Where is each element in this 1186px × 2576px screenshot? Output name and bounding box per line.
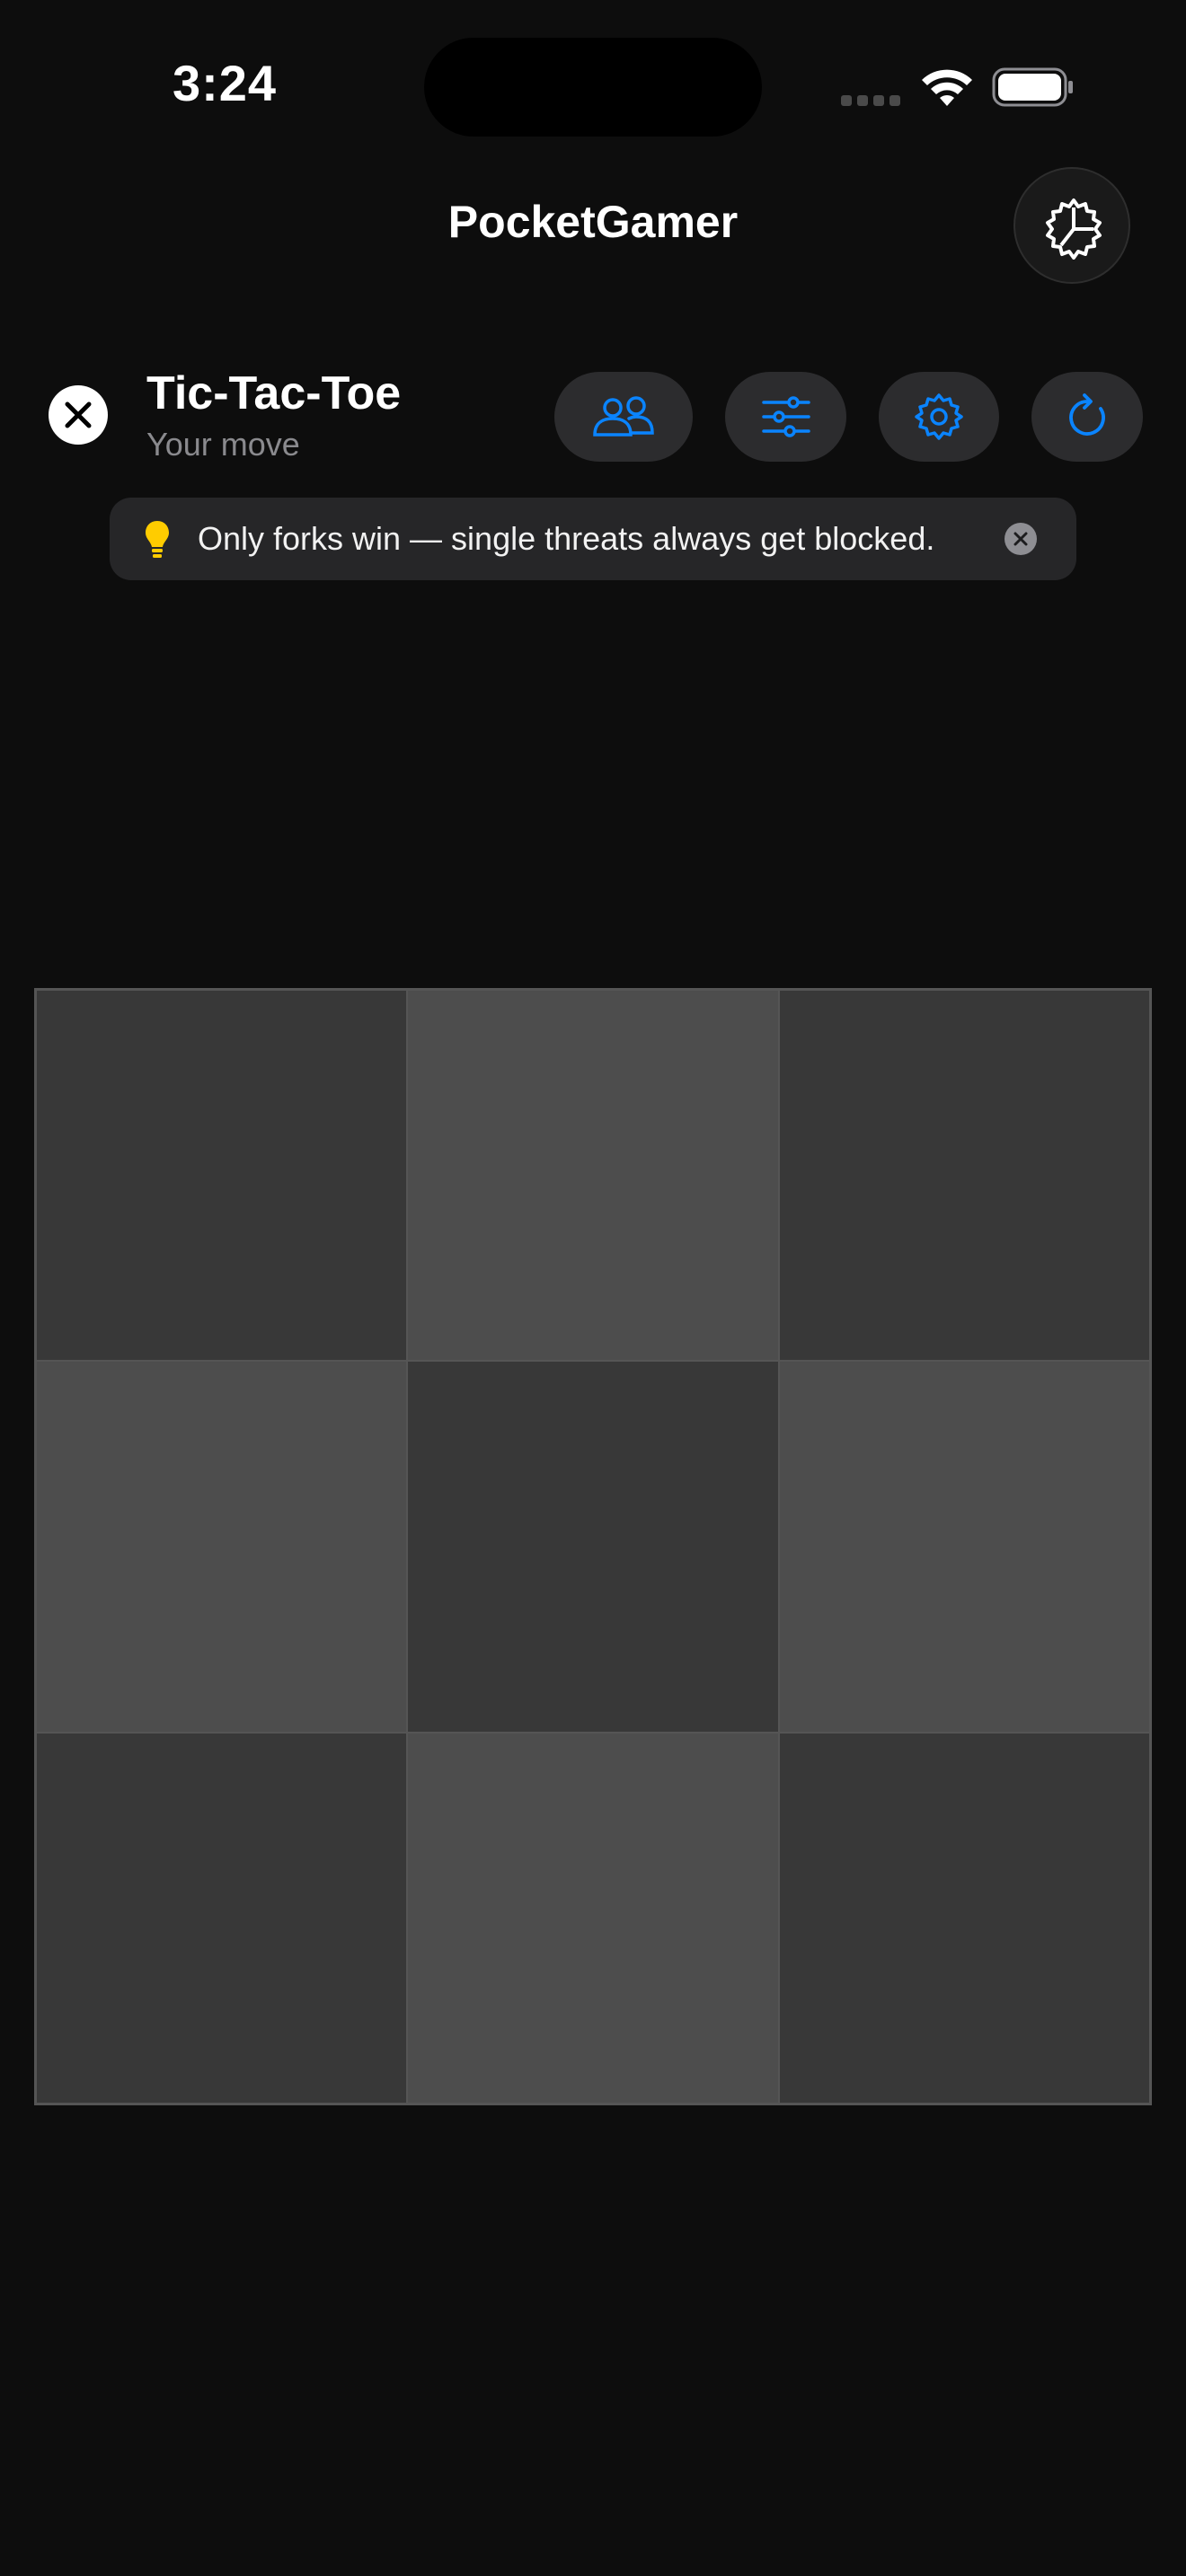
gear-icon xyxy=(1046,198,1102,260)
board-cell-3[interactable] xyxy=(778,990,1150,1362)
app-title: PocketGamer xyxy=(447,197,739,247)
dynamic-island xyxy=(424,38,762,137)
wifi-icon xyxy=(922,69,972,106)
game-board xyxy=(34,988,1152,2105)
hint-banner: Only forks win — single threats always g… xyxy=(110,498,1076,580)
lightbulb-icon xyxy=(146,521,169,558)
board-cell-5[interactable] xyxy=(407,1361,779,1733)
gear-icon xyxy=(915,393,963,440)
game-options-button[interactable] xyxy=(725,372,846,462)
sliders-icon xyxy=(761,396,810,437)
close-icon xyxy=(1013,532,1028,546)
board-cell-4[interactable] xyxy=(36,1361,408,1733)
close-icon xyxy=(65,401,92,428)
board-cell-2[interactable] xyxy=(407,990,779,1362)
status-time: 3:24 xyxy=(172,55,278,111)
board-cell-1[interactable] xyxy=(36,990,408,1362)
hint-text: Only forks win — single threats always g… xyxy=(198,520,935,557)
app-settings-button[interactable] xyxy=(1013,167,1130,284)
restart-icon xyxy=(1069,393,1105,436)
game-settings-button[interactable] xyxy=(879,372,999,462)
dismiss-hint-button[interactable] xyxy=(1005,523,1037,555)
board-cell-8[interactable] xyxy=(407,1732,779,2104)
cellular-signal-icon xyxy=(841,95,902,106)
board-cell-9[interactable] xyxy=(778,1732,1150,2104)
restart-button[interactable] xyxy=(1031,372,1143,462)
status-bar: 3:24 xyxy=(0,0,1186,180)
players-icon xyxy=(593,396,654,437)
board-cell-6[interactable] xyxy=(778,1361,1150,1733)
players-button[interactable] xyxy=(554,372,693,462)
close-game-button[interactable] xyxy=(49,385,108,445)
battery-icon xyxy=(992,67,1073,107)
game-title: Tic-Tac-Toe xyxy=(146,367,402,419)
board-cell-7[interactable] xyxy=(36,1732,408,2104)
turn-status: Your move xyxy=(146,426,300,463)
